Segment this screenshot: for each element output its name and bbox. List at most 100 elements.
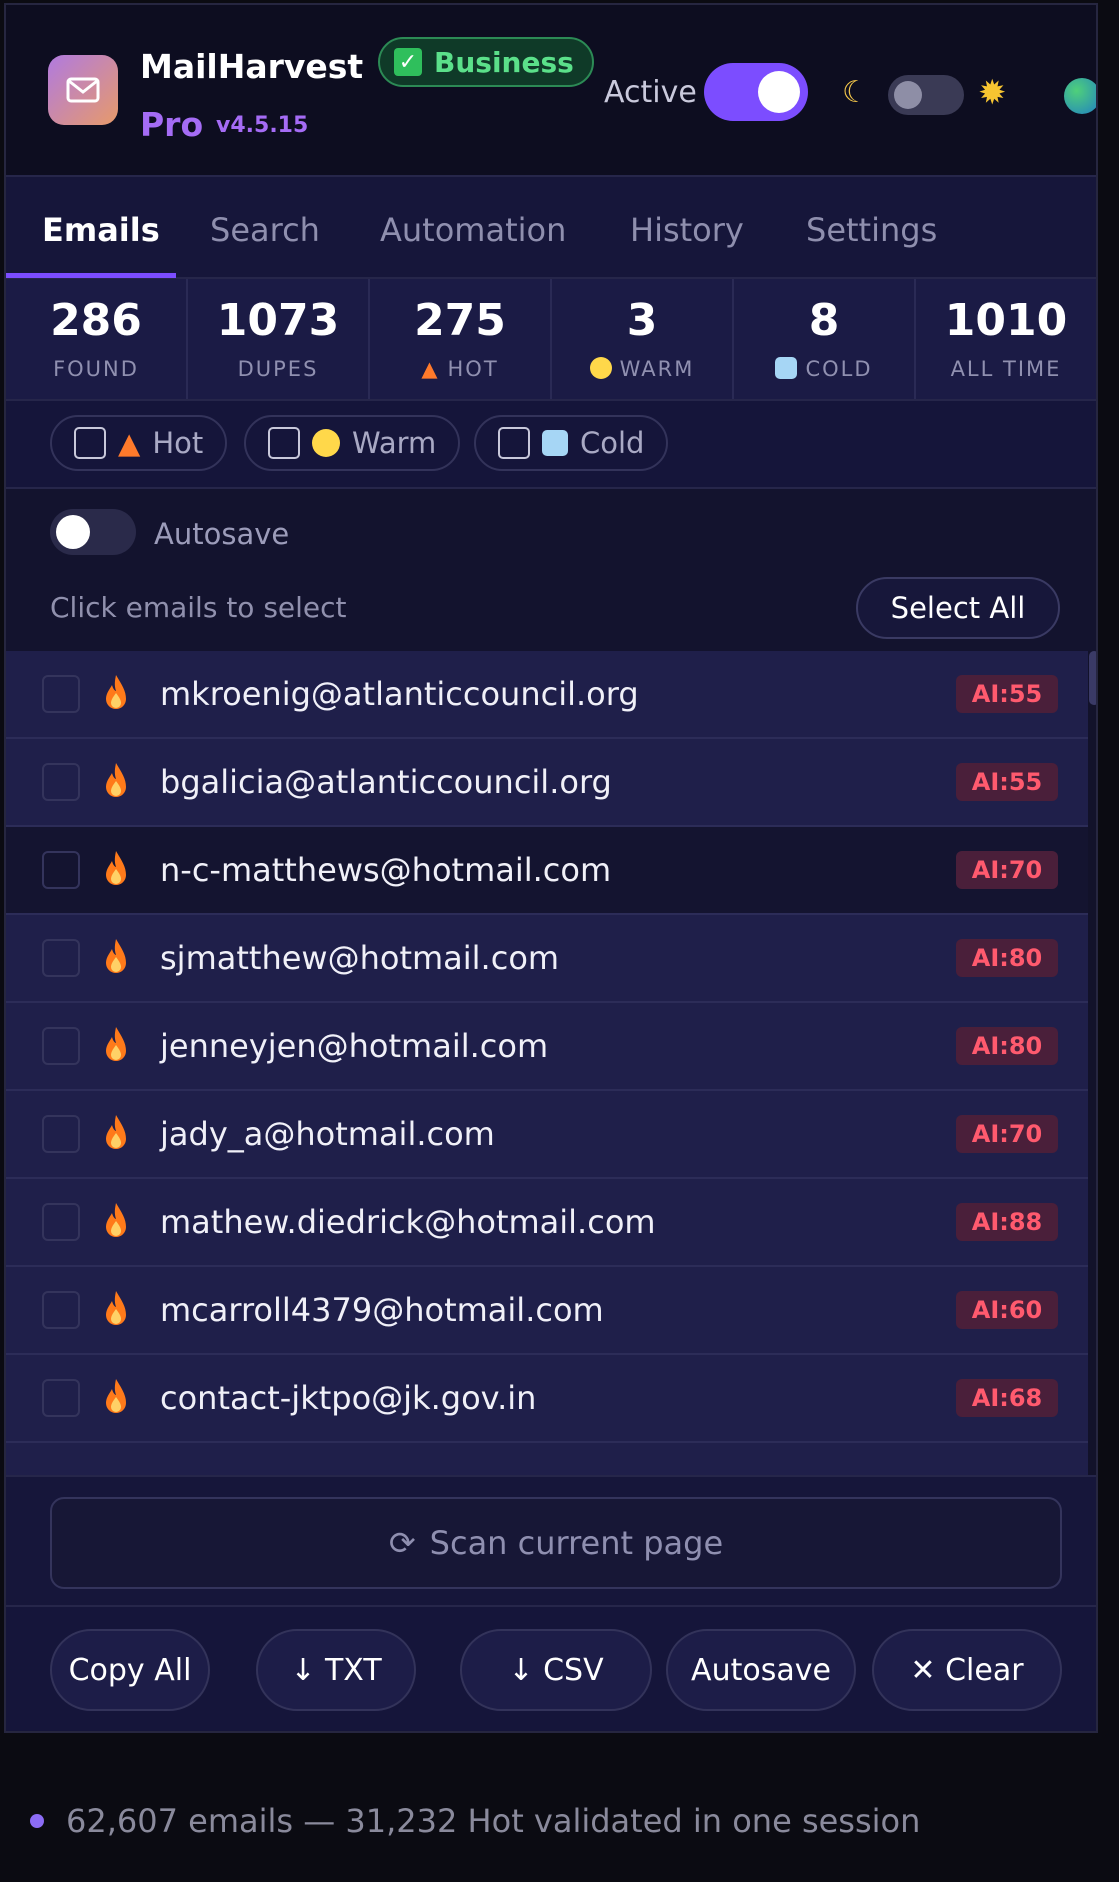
mail-icon (66, 77, 100, 103)
filter-checkbox[interactable] (498, 427, 530, 459)
flame-icon (106, 1027, 126, 1061)
ai-score-badge: AI:80 (956, 939, 1058, 977)
email-address: jady_a@hotmail.com (160, 1115, 495, 1153)
tab-bar: Emails Search Automation History Setting… (6, 177, 1096, 279)
ai-score-badge: AI:55 (956, 763, 1058, 801)
autosave-row: Autosave Click emails to select Select A… (6, 489, 1096, 651)
filter-warm[interactable]: Warm (244, 415, 461, 471)
filter-bar: ▲ Hot Warm Cold (6, 401, 1096, 489)
stat-value: 275 (414, 295, 506, 346)
email-row[interactable]: bgalicia@atlanticcouncil.org AI:55 (6, 739, 1088, 827)
clear-button[interactable]: ✕ Clear (872, 1629, 1062, 1711)
email-checkbox[interactable] (42, 1379, 80, 1417)
email-address: contact-jktpo@jk.gov.in (160, 1379, 537, 1417)
caption: 62,607 emails — 31,232 Hot validated in … (30, 1802, 920, 1840)
download-csv-button[interactable]: ↓ CSV (460, 1629, 652, 1711)
autosave-button[interactable]: Autosave (666, 1629, 856, 1711)
stat-dupes: 1073 DUPES (188, 279, 370, 399)
stat-label: ▲ HOT (421, 357, 499, 381)
select-hint: Click emails to select (50, 591, 347, 624)
ice-cube-icon (775, 357, 798, 379)
ai-score-badge: AI:80 (956, 1027, 1058, 1065)
caption-text: 62,607 emails — 31,232 Hot validated in … (66, 1802, 921, 1840)
email-row[interactable]: sjmatthew@hotmail.com AI:80 (6, 915, 1088, 1003)
ai-score-badge: AI:55 (956, 675, 1058, 713)
app-logo (48, 55, 118, 125)
flame-icon (106, 675, 126, 709)
scan-page-button[interactable]: ⟳ Scan current page (50, 1497, 1062, 1589)
email-address: mathew.diedrick@hotmail.com (160, 1203, 656, 1241)
flame-icon: ▲ (421, 357, 440, 381)
stat-value: 1073 (216, 295, 340, 346)
email-row-partial[interactable] (6, 1443, 1088, 1475)
email-checkbox[interactable] (42, 763, 80, 801)
email-row[interactable]: jenneyjen@hotmail.com AI:80 (6, 1003, 1088, 1091)
filter-label: Hot (152, 426, 204, 460)
flame-icon (106, 1115, 126, 1149)
tab-search[interactable]: Search (210, 211, 320, 249)
email-checkbox[interactable] (42, 1115, 80, 1153)
email-row[interactable]: contact-jktpo@jk.gov.in AI:68 (6, 1355, 1088, 1443)
stats-bar: 286 FOUND 1073 DUPES 275 ▲ HOT 3 WARM 8 C… (6, 279, 1096, 401)
ai-score-badge: AI:88 (956, 1203, 1058, 1241)
email-address: jenneyjen@hotmail.com (160, 1027, 549, 1065)
filter-hot[interactable]: ▲ Hot (50, 415, 228, 471)
download-txt-button[interactable]: ↓ TXT (256, 1629, 416, 1711)
app-version: v4.5.15 (216, 113, 309, 138)
ai-score-badge: AI:68 (956, 1379, 1058, 1417)
email-checkbox[interactable] (42, 851, 80, 889)
warm-dot-icon (589, 357, 612, 379)
email-address: n-c-matthews@hotmail.com (160, 851, 612, 889)
stat-hot: 275 ▲ HOT (370, 279, 552, 399)
email-row[interactable]: mathew.diedrick@hotmail.com AI:88 (6, 1179, 1088, 1267)
stat-label: FOUND (53, 357, 139, 381)
email-checkbox[interactable] (42, 1203, 80, 1241)
stat-label: WARM (552, 357, 732, 381)
filter-checkbox[interactable] (268, 427, 300, 459)
toggle-knob (758, 71, 800, 113)
app-tier: Pro (140, 105, 204, 144)
scrollbar-thumb[interactable] (1089, 651, 1096, 705)
theme-toggle[interactable] (888, 75, 964, 115)
tab-history[interactable]: History (630, 211, 744, 249)
email-address: mkroenig@atlanticcouncil.org (160, 675, 639, 713)
check-icon: ✓ (394, 48, 422, 76)
filter-checkbox[interactable] (74, 427, 106, 459)
email-row[interactable]: jady_a@hotmail.com AI:70 (6, 1091, 1088, 1179)
email-checkbox[interactable] (42, 1027, 80, 1065)
select-all-button[interactable]: Select All (856, 577, 1060, 639)
flame-icon (106, 851, 126, 885)
tab-emails[interactable]: Emails (42, 211, 160, 249)
tab-automation[interactable]: Automation (380, 211, 566, 249)
email-checkbox[interactable] (42, 1291, 80, 1329)
stat-all-time: 1010 ALL TIME (916, 279, 1096, 399)
email-checkbox[interactable] (42, 939, 80, 977)
autosave-toggle[interactable] (50, 509, 136, 555)
app-name: MailHarvest (140, 47, 364, 86)
stat-cold: 8 COLD (734, 279, 916, 399)
scan-page-label: Scan current page (429, 1524, 724, 1562)
action-bar: Copy All ↓ TXT ↓ CSV Autosave ✕ Clear (6, 1607, 1096, 1731)
globe-icon[interactable] (1064, 78, 1096, 114)
active-toggle[interactable] (704, 63, 808, 121)
list-scrollbar[interactable] (1088, 651, 1096, 1191)
scan-section: ⟳ Scan current page (6, 1475, 1096, 1607)
tab-settings[interactable]: Settings (806, 211, 937, 249)
email-row[interactable]: mkroenig@atlanticcouncil.org AI:55 (6, 651, 1088, 739)
flame-icon (106, 1203, 126, 1237)
flame-icon: ▲ (118, 426, 141, 460)
filter-cold[interactable]: Cold (474, 415, 669, 471)
email-row[interactable]: mcarroll4379@hotmail.com AI:60 (6, 1267, 1088, 1355)
stat-value: 286 (50, 295, 142, 346)
flame-icon (106, 1291, 126, 1325)
email-checkbox[interactable] (42, 675, 80, 713)
moon-icon: ☾ (842, 75, 869, 110)
stat-found: 286 FOUND (6, 279, 188, 399)
warm-dot-icon (312, 429, 340, 457)
email-address: bgalicia@atlanticcouncil.org (160, 763, 612, 801)
ai-score-badge: AI:70 (956, 1115, 1058, 1153)
email-address: mcarroll4379@hotmail.com (160, 1291, 604, 1329)
email-address: sjmatthew@hotmail.com (160, 939, 560, 977)
copy-all-button[interactable]: Copy All (50, 1629, 210, 1711)
email-row[interactable]: n-c-matthews@hotmail.com AI:70 (6, 827, 1088, 915)
